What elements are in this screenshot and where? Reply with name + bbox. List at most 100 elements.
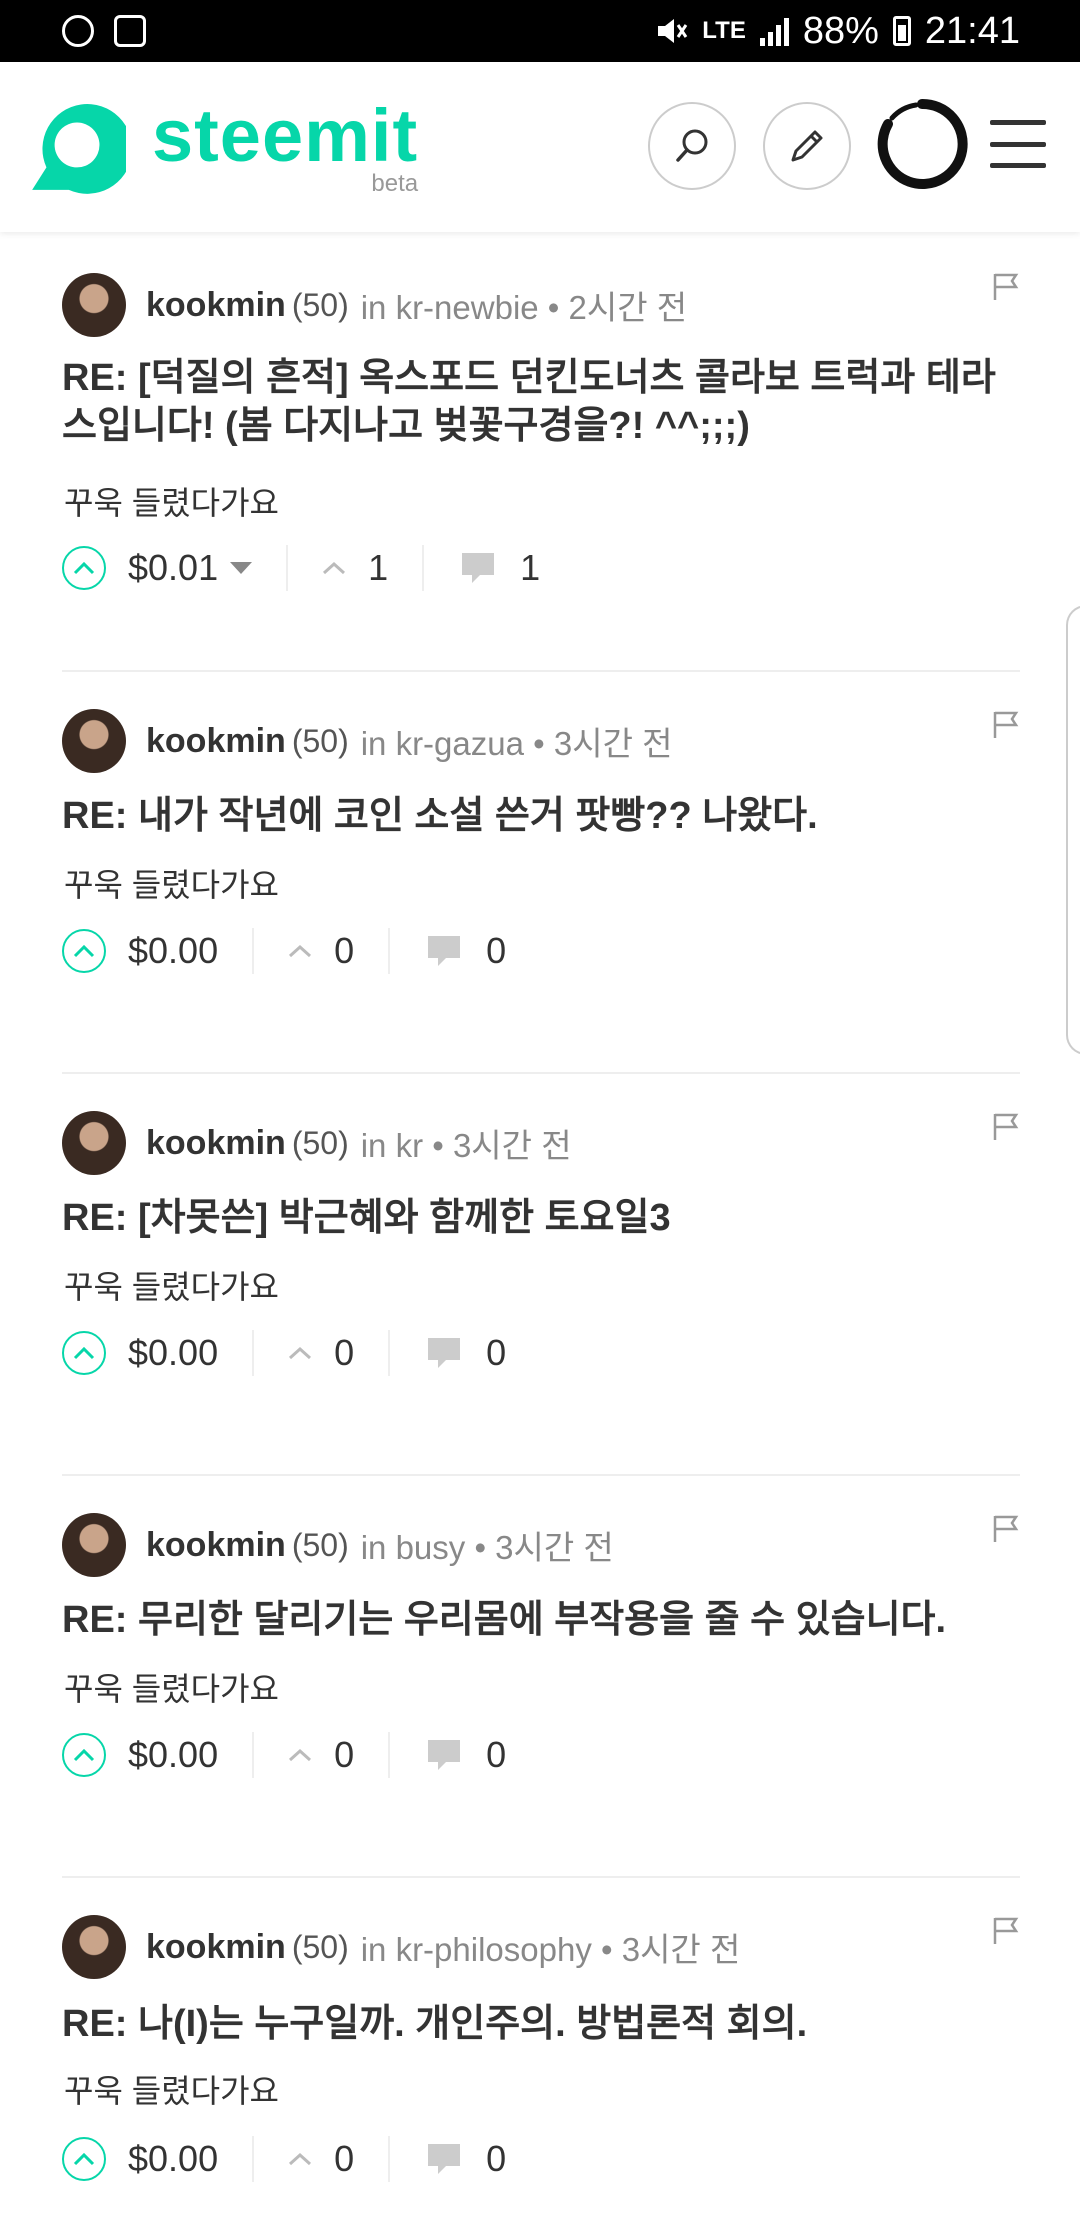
battery-percent: 88% [802,9,879,52]
comment-icon[interactable] [424,932,464,970]
author-name[interactable]: kookmin [146,1526,286,1565]
divider [252,1732,255,1778]
author-reputation: (50) [291,1124,349,1161]
post-actions: $0.00 0 0 [62,1728,506,1782]
comment-icon[interactable] [458,549,498,587]
beta-label: beta [371,170,419,197]
divider [252,1330,255,1376]
vote-count[interactable]: 0 [334,2138,354,2180]
author-avatar[interactable] [62,273,126,337]
payout-amount[interactable]: $0.00 [128,2138,218,2180]
author-name[interactable]: kookmin [146,1124,286,1163]
author-avatar[interactable] [62,709,126,773]
user-avatar[interactable] [876,98,968,190]
post-meta[interactable]: in busy • 3시간 전 [361,1521,614,1569]
message-notification-icon [114,15,146,47]
divider [252,2136,255,2182]
comment-count[interactable]: 0 [486,2138,506,2180]
vote-count[interactable]: 0 [334,930,354,972]
post-title[interactable]: RE: [덕질의 흔적] 옥스포드 던킨도너츠 콜라보 트럭과 테라스입니다! … [62,354,1012,450]
vote-count[interactable]: 0 [334,1734,354,1776]
chevron-up-icon [73,1346,95,1360]
voters-chevron-icon [289,1748,312,1762]
voters-chevron-icon [323,561,346,575]
post-title[interactable]: RE: 무리한 달리기는 우리몸에 부작용을 줄 수 있습니다. [62,1596,1012,1644]
search-button[interactable] [648,102,736,190]
comment-icon[interactable] [424,1736,464,1774]
post-title[interactable]: RE: 내가 작년에 코인 소설 쓴거 팟빵?? 나왔다. [62,792,1012,840]
payout-amount[interactable]: $0.01 [128,547,218,589]
vote-count[interactable]: 1 [368,547,388,589]
post-header: kookmin (50) in kr • 3시간 전 [62,1110,1020,1176]
comment-count[interactable]: 0 [486,930,506,972]
post-body: 꾸욱 들렸다가요 [64,867,279,903]
post-header: kookmin (50) in kr-newbie • 2시간 전 [62,272,1020,338]
flag-icon[interactable] [992,1514,1020,1544]
author-name[interactable]: kookmin [146,722,286,761]
post-body: 꾸욱 들렸다가요 [64,2073,279,2109]
voters-chevron-icon [289,944,312,958]
author-reputation: (50) [291,1526,349,1563]
signal-icon [759,16,789,46]
comment-icon[interactable] [424,1334,464,1372]
post-header: kookmin (50) in kr-gazua • 3시간 전 [62,708,1020,774]
upvote-button[interactable] [62,546,106,590]
pencil-icon [791,130,823,162]
post-meta[interactable]: in kr-newbie • 2시간 전 [361,281,687,329]
post-body: 꾸욱 들렸다가요 [64,1269,279,1305]
post-title[interactable]: RE: [차못쓴] 박근혜와 함께한 토요일3 [62,1194,1012,1242]
voters-chevron-icon [289,2152,312,2166]
mute-icon [658,19,688,43]
flag-icon[interactable] [992,272,1020,302]
flag-icon[interactable] [992,1112,1020,1142]
post-meta[interactable]: in kr • 3시간 전 [361,1119,572,1167]
voters-chevron-icon [289,1346,312,1360]
hamburger-menu-icon[interactable] [990,120,1046,168]
comment-count[interactable]: 0 [486,1734,506,1776]
author-avatar[interactable] [62,1111,126,1175]
author-avatar[interactable] [62,1915,126,1979]
feed-item: kookmin (50) in kr • 3시간 전 RE: [차못쓴] 박근혜… [62,1072,1020,1476]
payout-amount[interactable]: $0.00 [128,930,218,972]
battery-icon [892,16,911,46]
flag-icon[interactable] [992,710,1020,740]
author-avatar[interactable] [62,1513,126,1577]
payout-amount[interactable]: $0.00 [128,1332,218,1374]
chevron-up-icon [73,561,95,575]
comment-icon[interactable] [424,2140,464,2178]
divider [252,928,255,974]
post-body: 꾸욱 들렸다가요 [64,1671,279,1707]
divider [388,1330,391,1376]
feed-item: kookmin (50) in kr-philosophy • 3시간 전 RE… [62,1876,1020,2220]
divider [388,1732,391,1778]
post-meta[interactable]: in kr-gazua • 3시간 전 [361,717,673,765]
compose-button[interactable] [763,102,851,190]
steemit-logo-icon [32,104,126,194]
comment-count[interactable]: 1 [520,547,540,589]
caret-down-icon[interactable] [230,562,253,574]
post-title[interactable]: RE: 나(I)는 누구일까. 개인주의. 방법론적 회의. [62,2000,1012,2048]
status-left-icons [62,15,146,47]
steemit-logo[interactable]: steemit beta [24,96,418,198]
upvote-button[interactable] [62,1733,106,1777]
post-actions: $0.00 0 0 [62,2132,506,2186]
lte-indicator: LTE [702,17,746,44]
upvote-button[interactable] [62,929,106,973]
edge-panel-handle[interactable] [1066,605,1080,1055]
divider [286,545,289,591]
post-meta[interactable]: in kr-philosophy • 3시간 전 [361,1923,741,1971]
app-notification-icon [62,15,94,47]
payout-amount[interactable]: $0.00 [128,1734,218,1776]
clock: 21:41 [924,9,1020,52]
vote-count[interactable]: 0 [334,1332,354,1374]
author-name[interactable]: kookmin [146,286,286,325]
post-header: kookmin (50) in busy • 3시간 전 [62,1512,1020,1578]
author-name[interactable]: kookmin [146,1928,286,1967]
author-reputation: (50) [291,286,349,323]
upvote-button[interactable] [62,2137,106,2181]
comment-count[interactable]: 0 [486,1332,506,1374]
status-bar: LTE 88% 21:41 [0,0,1080,62]
flag-icon[interactable] [992,1916,1020,1946]
feed-item: kookmin (50) in kr-gazua • 3시간 전 RE: 내가 … [62,670,1020,1074]
upvote-button[interactable] [62,1331,106,1375]
